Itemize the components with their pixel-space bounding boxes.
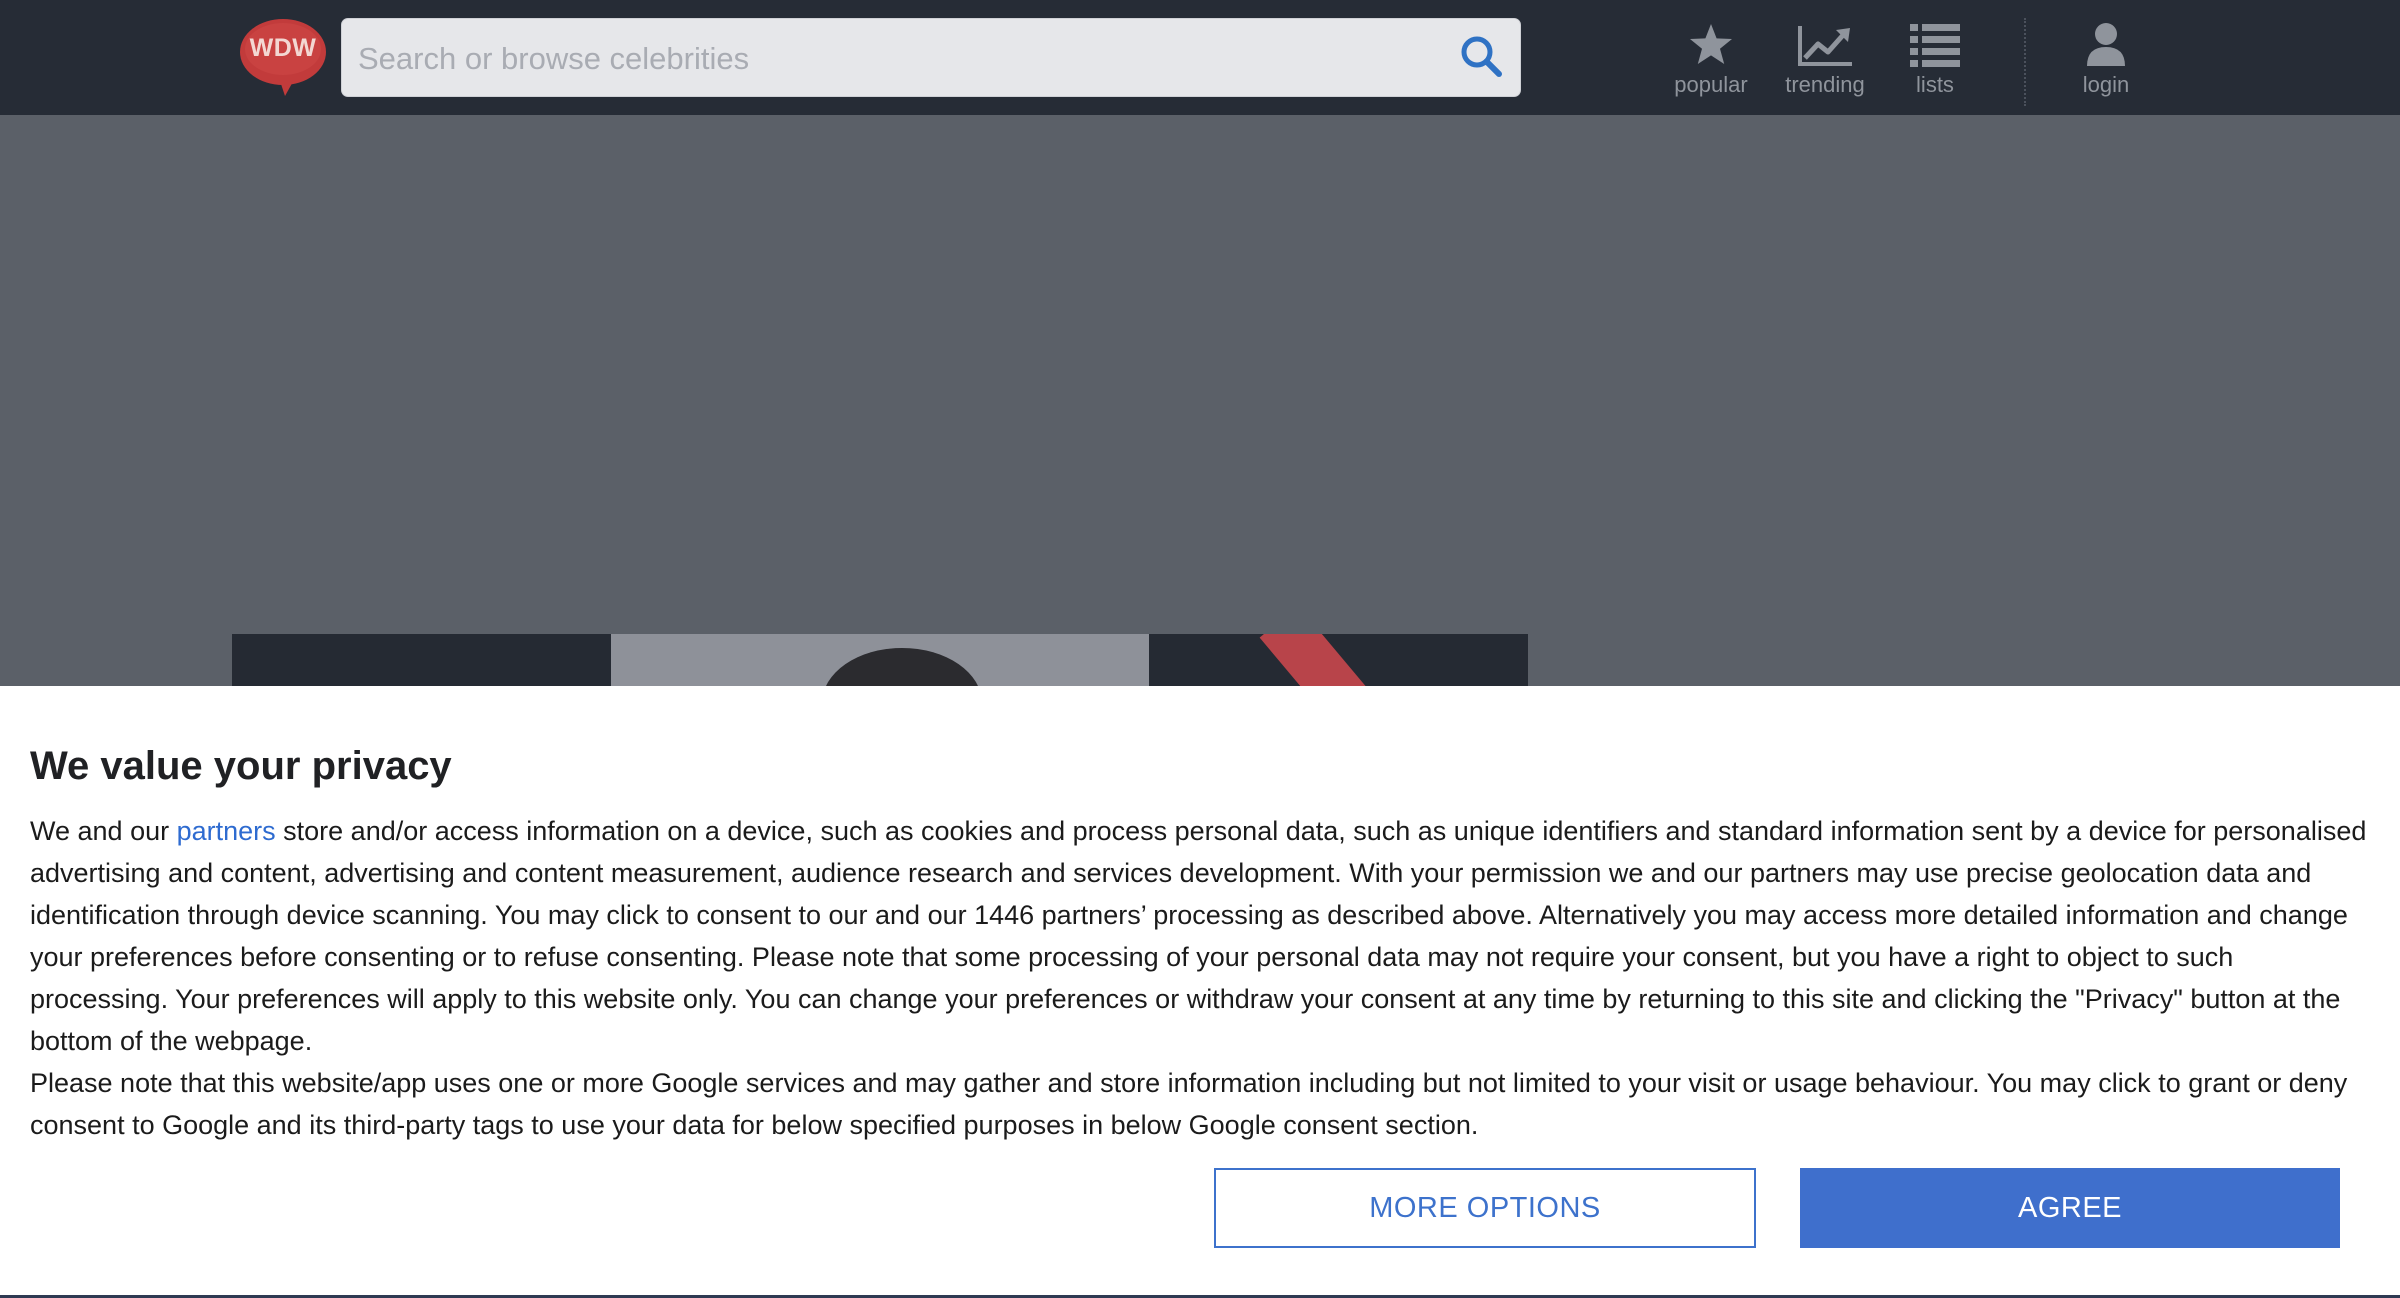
consent-p1-lead: We and our <box>30 816 177 846</box>
nav-login[interactable]: login <box>2066 22 2146 102</box>
search-input[interactable] <box>356 19 1460 98</box>
user-icon <box>2087 23 2125 66</box>
star-icon <box>1690 24 1732 64</box>
nav-trending[interactable]: trending <box>1778 22 1872 102</box>
logo-text: WDW <box>249 34 317 62</box>
agree-button[interactable]: AGREE <box>1800 1168 2340 1248</box>
nav-login-label: login <box>2082 72 2130 97</box>
site-logo[interactable]: WDW <box>239 16 327 96</box>
nav-divider <box>2024 18 2026 106</box>
top-navigation-bar: WDW popular trending <box>0 0 2400 115</box>
more-options-button[interactable]: MORE OPTIONS <box>1214 1168 1756 1248</box>
nav-lists[interactable]: lists <box>1898 22 1972 102</box>
nav-popular[interactable]: popular <box>1666 22 1756 102</box>
search-icon[interactable] <box>1458 33 1504 79</box>
consent-p1-rest: store and/or access information on a dev… <box>30 816 2367 1056</box>
consent-title: We value your privacy <box>30 744 452 788</box>
list-icon <box>1910 24 1960 67</box>
nav-popular-label: popular <box>1674 72 1748 97</box>
partners-link[interactable]: partners <box>177 816 276 846</box>
consent-paragraph-1: We and our partners store and/or access … <box>30 810 2375 1062</box>
nav-trending-label: trending <box>1785 72 1865 97</box>
search-bar <box>341 18 1521 98</box>
consent-paragraph-2: Please note that this website/app uses o… <box>30 1068 2348 1140</box>
trending-chart-icon <box>1798 26 1852 66</box>
nav-lists-label: lists <box>1916 72 1954 97</box>
consent-body: We and our partners store and/or access … <box>30 810 2375 1146</box>
privacy-consent-dialog: We value your privacy We and our partner… <box>0 686 2400 1298</box>
